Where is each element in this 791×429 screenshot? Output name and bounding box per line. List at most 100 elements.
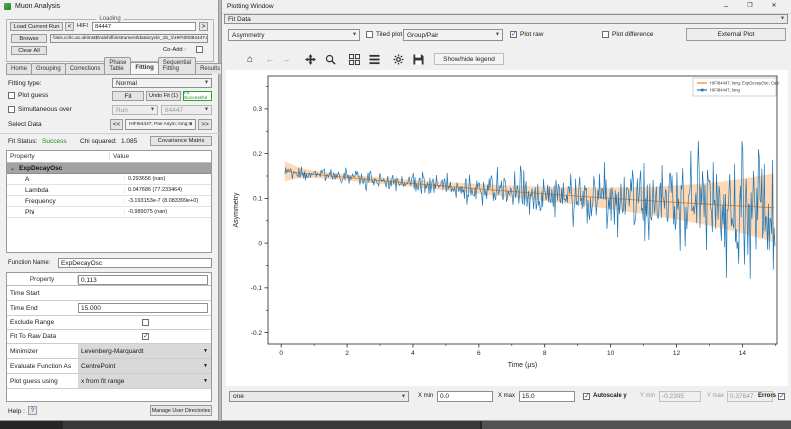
subplots-grid-icon[interactable]	[346, 52, 362, 66]
dataset-combo[interactable]: HIFI84447; Pair Asym; long; 1▼	[125, 119, 196, 130]
plot-difference-checkbox[interactable]	[602, 31, 609, 38]
prev-dataset-button[interactable]: <<	[110, 119, 123, 130]
muon-analysis-window: Muon Analysis Loading Load Current Run <…	[0, 0, 219, 421]
param-row-a[interactable]: A 0.293656 (nan)	[7, 174, 211, 185]
tab-home[interactable]: Home	[6, 63, 32, 74]
exclude-range-checkbox[interactable]	[142, 319, 149, 326]
fit-data-combo[interactable]: Fit Data▼	[224, 14, 788, 24]
param-col-value: Value	[109, 153, 211, 160]
plot-raw-checkbox[interactable]	[510, 31, 517, 38]
fit-button[interactable]: Fit	[112, 91, 144, 101]
tab-sequential-fitting[interactable]: Sequential Fitting	[158, 57, 196, 74]
fit-status-label: Fit Status:	[8, 138, 37, 145]
x-min-input[interactable]: 0.0	[437, 391, 493, 402]
param-row-frequency[interactable]: Frequency -3.193153e-7 (8.083399e+0)	[7, 196, 211, 207]
close-button[interactable]: ✕	[768, 0, 780, 13]
tiled-plot-checkbox[interactable]	[366, 31, 373, 38]
help-button[interactable]: ?	[28, 406, 37, 415]
forward-arrow-icon[interactable]: →	[278, 52, 294, 66]
collapse-arrow-icon[interactable]: ⌄	[7, 165, 15, 172]
y-min-input: -0.2395	[659, 391, 701, 402]
simultaneous-run-combo: Run▼	[112, 105, 158, 115]
x-max-label: X max	[498, 393, 515, 399]
plot-guess-using-select[interactable]: x from fit range ▼	[78, 374, 211, 388]
autoscale-y-checkbox[interactable]	[583, 393, 590, 400]
autoscale-y-label: Autoscale y	[593, 393, 627, 399]
settings-col-property: Property	[7, 276, 77, 283]
svg-text:Time (μs): Time (μs)	[508, 362, 537, 369]
axes-list-icon[interactable]	[366, 52, 382, 66]
tab-corrections[interactable]: Corrections	[65, 63, 106, 74]
fit-parameter-table: Property Value ⌄ ExpDecayOsc A 0.293656 …	[6, 150, 212, 253]
fit-successful-badge: Fit Successful	[183, 91, 212, 101]
co-add-checkbox[interactable]	[196, 46, 203, 53]
simultaneous-run-number-combo: 84447▼	[161, 105, 212, 115]
setting-name: Plot guess using	[7, 378, 80, 385]
svg-text:Asymmetry: Asymmetry	[233, 192, 240, 228]
plot-type-combo[interactable]: Asymmetry▼	[228, 29, 360, 41]
run-number-field[interactable]: 84447	[92, 22, 196, 31]
save-icon[interactable]	[410, 52, 426, 66]
tab-phase-table[interactable]: Phase Table	[104, 57, 131, 74]
param-group-name: ExpDecayOsc	[15, 165, 62, 172]
fit-to-raw-data-checkbox[interactable]	[142, 333, 149, 340]
home-icon[interactable]: ⌂	[242, 52, 258, 66]
simultaneous-label: Simultaneous over	[18, 106, 72, 113]
taskbar[interactable]	[0, 421, 791, 429]
next-dataset-button[interactable]: >>	[198, 119, 212, 130]
param-row-phi[interactable]: Phi -0.989075 (nan)	[7, 207, 211, 218]
load-current-run-button[interactable]: Load Current Run	[10, 22, 63, 31]
prev-run-button[interactable]: <	[65, 22, 74, 31]
plot-guess-checkbox[interactable]	[8, 92, 15, 99]
minimizer-select[interactable]: Levenberg-Marquardt ▼	[78, 344, 211, 358]
simultaneous-checkbox[interactable]	[8, 106, 15, 113]
browse-button[interactable]: Browse	[11, 34, 47, 43]
manage-user-directories-button[interactable]: Manage User Directories	[150, 405, 212, 416]
chevron-down-icon: ▼	[780, 16, 785, 22]
muon-title-bar[interactable]: Muon Analysis	[0, 0, 218, 13]
minimizer-value: Levenberg-Marquardt	[81, 348, 144, 355]
svg-text:4: 4	[411, 350, 415, 357]
external-plot-button[interactable]: External Plot	[686, 28, 786, 41]
tab-fitting[interactable]: Fitting	[130, 62, 158, 74]
tiled-by-combo[interactable]: Group/Pair▼	[403, 29, 503, 41]
pan-icon[interactable]	[302, 52, 318, 66]
plot-guess-using-value: x from fit range	[81, 378, 124, 385]
taskbar-app-segment[interactable]	[482, 421, 791, 429]
evaluate-function-value: CentrePoint	[81, 363, 115, 370]
fitting-type-combo[interactable]: Normal▼	[112, 78, 212, 88]
covariance-matrix-button[interactable]: Covariance Matrix	[150, 136, 212, 146]
chevron-down-icon: ▼	[150, 107, 155, 113]
plot-raw-label: Plot raw	[520, 31, 543, 38]
x-max-input[interactable]: 15.0	[519, 391, 575, 402]
svg-text:-0.1: -0.1	[251, 285, 263, 292]
plot-guess-label: Plot guess	[18, 92, 48, 99]
undo-fit-button[interactable]: Undo Fit (1)	[146, 91, 181, 101]
settings-row-time-start: Time Start 0.113	[7, 286, 211, 301]
chevron-down-icon: ▼	[188, 121, 193, 127]
param-value: 0.047686 (77.233464)	[124, 187, 211, 193]
time-start-input[interactable]: 0.113	[78, 275, 208, 285]
param-row-lambda[interactable]: Lambda 0.047686 (77.233464)	[7, 185, 211, 196]
plot-title-bar[interactable]: Plotting Window – ❐ ✕	[222, 0, 791, 14]
file-path-field[interactable]: \\isis.cclrc.ac.uk\inst$\ndxhifi\instrum…	[50, 34, 208, 43]
show-hide-legend-button[interactable]: Show/hide legend	[434, 53, 504, 65]
function-name-field[interactable]: ExpDecayOsc	[58, 258, 212, 268]
errors-checkbox[interactable]	[778, 393, 785, 400]
taskbar-app-segment[interactable]	[63, 421, 480, 429]
plot-canvas[interactable]: 02468101214-0.2-0.100.10.20.3Time (μs)As…	[226, 70, 788, 386]
function-name-label: Function Name:	[8, 260, 50, 266]
time-end-input[interactable]: 15.000	[78, 303, 208, 313]
zoom-icon[interactable]	[322, 52, 338, 66]
setting-name: Exclude Range	[7, 319, 80, 326]
maximize-button[interactable]: ❐	[744, 0, 756, 13]
clear-all-button[interactable]: Clear All	[11, 46, 47, 55]
subplot-combo[interactable]: one▼	[229, 391, 409, 402]
evaluate-function-select[interactable]: CentrePoint ▼	[78, 359, 211, 373]
param-group-row[interactable]: ⌄ ExpDecayOsc	[7, 163, 211, 174]
back-arrow-icon[interactable]: ←	[262, 52, 278, 66]
tab-grouping[interactable]: Grouping	[31, 63, 66, 74]
minimize-button[interactable]: –	[720, 0, 732, 13]
settings-gear-icon[interactable]	[390, 52, 406, 66]
next-run-button[interactable]: >	[199, 22, 208, 31]
